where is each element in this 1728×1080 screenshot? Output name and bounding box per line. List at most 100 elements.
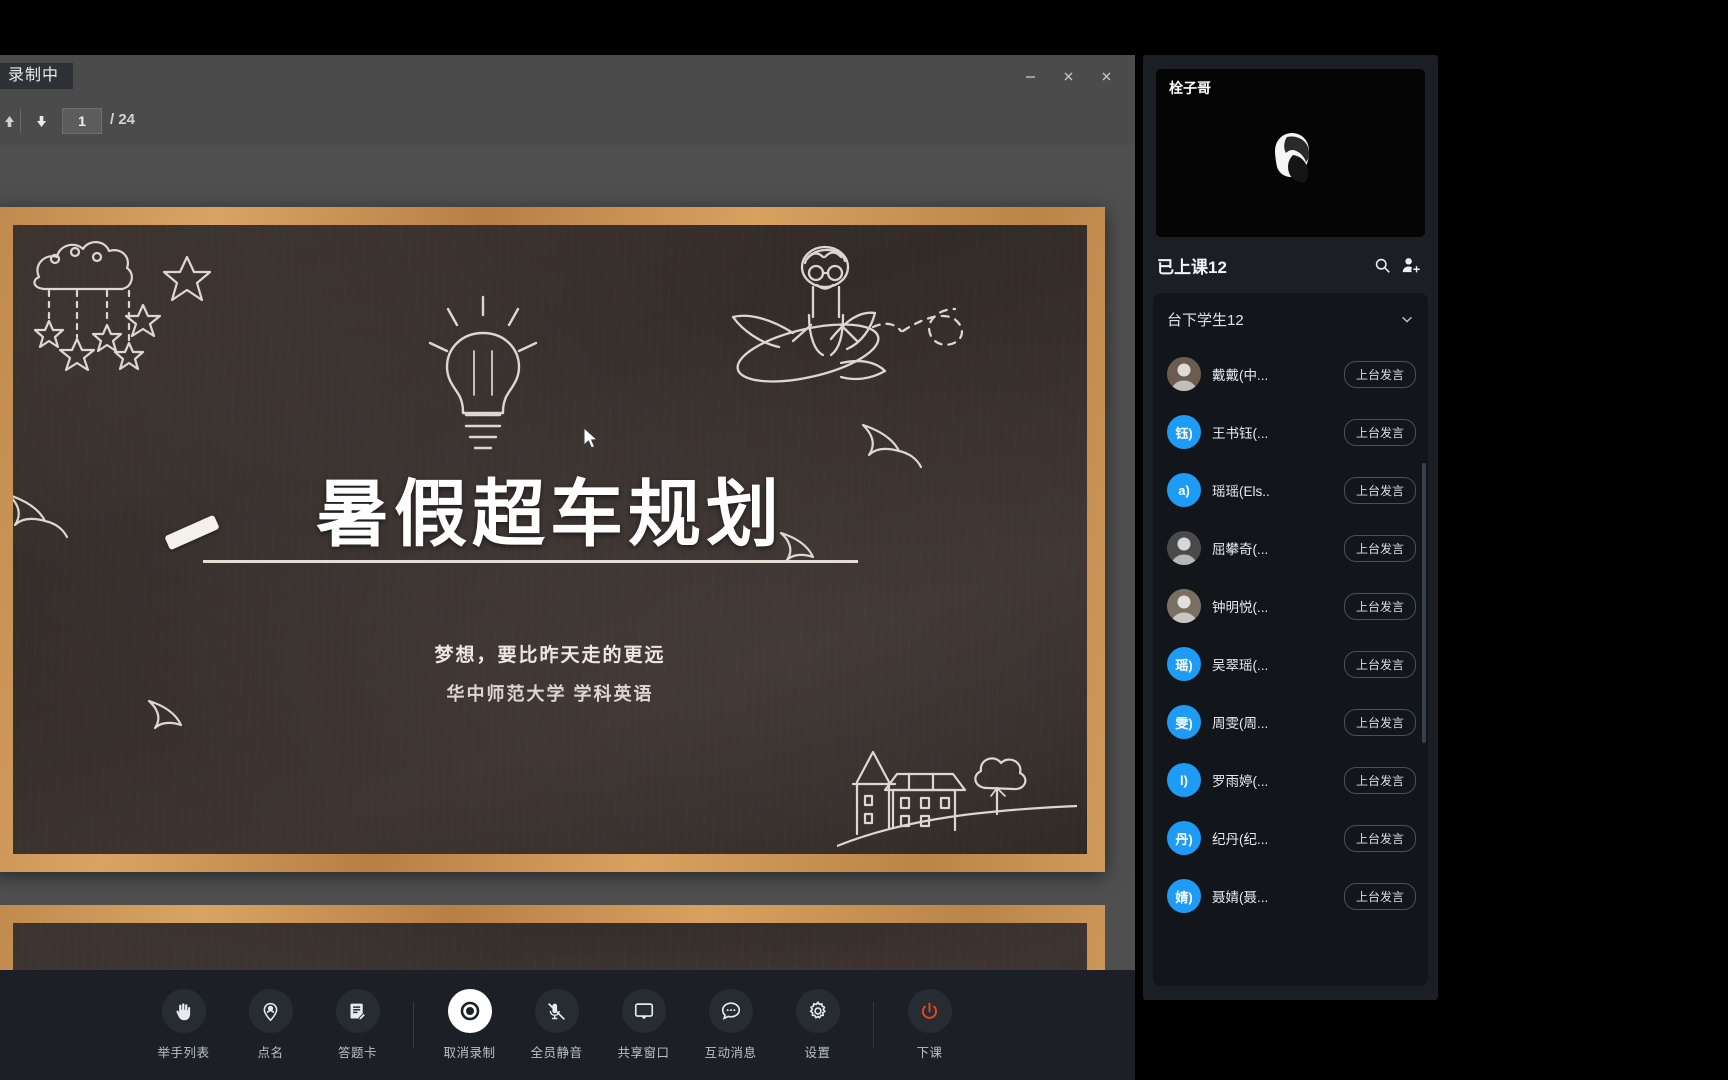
share-screen-icon — [621, 989, 666, 1033]
avatar: 钰) — [1167, 415, 1201, 449]
page-number-input[interactable]: 1 — [62, 108, 102, 134]
student-row[interactable]: 雯) 周雯(周... 上台发言 — [1153, 693, 1428, 751]
bird-chalk-icon-right — [861, 423, 923, 469]
student-name: 钟明悦(... — [1212, 600, 1269, 615]
invite-to-stage-button[interactable]: 上台发言 — [1343, 766, 1416, 794]
chevron-down-icon[interactable] — [1400, 312, 1414, 326]
student-list[interactable]: 戴戴(中... 上台发言 钰) 王书钰(... 上台发言 a) 瑶瑶(Els.. 上台发言 屈攀… — [1153, 345, 1428, 986]
toolbar-separator-2 — [873, 1002, 874, 1048]
invite-to-stage-button[interactable]: 上台发言 — [1343, 824, 1416, 852]
avatar: a) — [1167, 473, 1201, 507]
invite-to-stage-button[interactable]: 上台发言 — [1343, 882, 1416, 910]
student-row[interactable]: 戴戴(中... 上台发言 — [1153, 345, 1428, 403]
tool-cancel-recording[interactable]: 取消录制 — [430, 989, 509, 1061]
teacher-video-tile[interactable]: 栓子哥 — [1156, 69, 1425, 237]
tool-label: 下课 — [916, 1046, 943, 1060]
avatar: 丹) — [1167, 821, 1201, 855]
bird-chalk-icon-left — [13, 495, 69, 539]
tool-settings[interactable]: 设置 — [778, 989, 857, 1061]
power-icon — [907, 989, 952, 1033]
slide-frame-current: 暑假超车规划 梦想，要比昨天走的更远 华中师范大学 学科英语 — [0, 207, 1105, 872]
roster-group-header[interactable]: 台下学生12 — [1153, 293, 1428, 345]
roster-scrollbar[interactable] — [1422, 463, 1426, 743]
tool-roll-call[interactable]: 点名 — [231, 989, 310, 1061]
invite-to-stage-button[interactable]: 上台发言 — [1343, 534, 1416, 562]
close-button[interactable] — [1089, 61, 1123, 91]
student-name: 戴戴(中... — [1212, 368, 1269, 383]
recording-badge: 录制中 — [0, 63, 74, 89]
tool-answer-card[interactable]: 答题卡 — [318, 989, 397, 1061]
mute-all-icon — [534, 989, 579, 1033]
sidebar-header: 已上课12 — [1143, 237, 1438, 293]
tool-label: 设置 — [804, 1046, 831, 1060]
tool-interactive-message[interactable]: 互动消息 — [691, 989, 770, 1061]
slide-nav-toolbar: 1 / 24 — [0, 99, 1135, 145]
student-row[interactable]: 屈攀奇(... 上台发言 — [1153, 519, 1428, 577]
chalk-stick — [164, 514, 220, 551]
bird-chalk-icon-right2 — [779, 531, 815, 562]
student-name: 屈攀奇(... — [1212, 542, 1269, 557]
teacher-name-label: 栓子哥 — [1169, 80, 1211, 96]
restore-button[interactable] — [1051, 61, 1085, 91]
student-roster-panel: 台下学生12 戴戴(中... 上台发言 钰) 王书钰(... 上台发言 a) 瑶瑶(Els.… — [1153, 293, 1428, 986]
invite-to-stage-button[interactable]: 上台发言 — [1343, 592, 1416, 620]
prev-slide-icon[interactable] — [0, 108, 22, 134]
tool-end-class[interactable]: 下课 — [890, 989, 969, 1061]
student-row[interactable]: 钰) 王书钰(... 上台发言 — [1153, 403, 1428, 461]
slide-subtitle: 梦想，要比昨天走的更远 — [434, 645, 666, 666]
chat-bubble-icon — [708, 989, 753, 1033]
student-name: 罗雨婷(... — [1212, 774, 1269, 789]
student-row[interactable]: 钟明悦(... 上台发言 — [1153, 577, 1428, 635]
student-name: 周雯(周... — [1212, 716, 1269, 731]
next-slide-icon[interactable] — [28, 108, 54, 134]
roll-call-pin-icon — [248, 989, 293, 1033]
avatar: 婧) — [1167, 879, 1201, 913]
minimize-button[interactable] — [1013, 61, 1047, 91]
avatar: 雯) — [1167, 705, 1201, 739]
avatar — [1167, 589, 1201, 623]
avatar — [1167, 531, 1201, 565]
chalkboard: 暑假超车规划 梦想，要比昨天走的更远 华中师范大学 学科英语 — [13, 225, 1087, 854]
presentation-window: 录制中 1 / 24 暑假超车规划 梦想，要比昨天走的更远 华中师范大学 学科英… — [0, 55, 1135, 1080]
student-row[interactable]: 丹) 纪丹(纪... 上台发言 — [1153, 809, 1428, 867]
tool-raised-hand-list[interactable]: 举手列表 — [144, 989, 223, 1061]
student-name: 吴翠瑶(... — [1212, 658, 1269, 673]
student-row[interactable]: l) 罗雨婷(... 上台发言 — [1153, 751, 1428, 809]
tool-label: 点名 — [257, 1046, 284, 1060]
toolbar-divider — [20, 109, 21, 133]
add-person-icon[interactable] — [1396, 251, 1424, 279]
tool-share-window[interactable]: 共享窗口 — [604, 989, 683, 1061]
page-total-label: / 24 — [110, 111, 136, 128]
tool-mute-all[interactable]: 全员静音 — [517, 989, 596, 1061]
classroom-sidebar: 栓子哥 已上课12 台下学生12 戴戴(中... 上台发言 钰) 王书钰(...… — [1143, 55, 1438, 1000]
invite-to-stage-button[interactable]: 上台发言 — [1343, 476, 1416, 504]
student-row[interactable]: 婧) 聂婧(聂... 上台发言 — [1153, 867, 1428, 925]
avatar: 瑶) — [1167, 647, 1201, 681]
student-name: 纪丹(纪... — [1212, 832, 1269, 847]
student-row[interactable]: a) 瑶瑶(Els.. 上台发言 — [1153, 461, 1428, 519]
invite-to-stage-button[interactable]: 上台发言 — [1343, 360, 1416, 388]
tool-label: 共享窗口 — [617, 1046, 670, 1060]
slide-affiliation: 华中师范大学 学科英语 — [446, 684, 654, 704]
tool-label: 全员静音 — [530, 1046, 583, 1060]
tool-label: 答题卡 — [337, 1046, 377, 1060]
raised-hand-icon — [161, 989, 206, 1033]
toolbar-separator-1 — [413, 1002, 414, 1048]
student-name: 瑶瑶(Els.. — [1212, 484, 1270, 499]
student-name: 聂婧(聂... — [1212, 890, 1269, 905]
cloud-stars-chalk-icon — [33, 241, 212, 372]
student-row[interactable]: 瑶) 吴翠瑶(... 上台发言 — [1153, 635, 1428, 693]
tool-label: 取消录制 — [443, 1046, 496, 1060]
search-icon[interactable] — [1368, 251, 1396, 279]
window-titlebar: 录制中 — [0, 55, 1135, 99]
app-screen: 录制中 1 / 24 暑假超车规划 梦想，要比昨天走的更远 华中师范大学 学科英… — [0, 0, 1728, 1080]
roster-group-title: 台下学生12 — [1167, 311, 1244, 329]
invite-to-stage-button[interactable]: 上台发言 — [1343, 418, 1416, 446]
attendance-title: 已上课12 — [1157, 257, 1227, 277]
invite-to-stage-button[interactable]: 上台发言 — [1343, 708, 1416, 736]
slide-title: 暑假超车规划 — [316, 474, 784, 555]
lightbulb-chalk-icon — [428, 295, 538, 450]
student-name: 王书钰(... — [1212, 426, 1269, 441]
window-controls — [1013, 61, 1123, 91]
invite-to-stage-button[interactable]: 上台发言 — [1343, 650, 1416, 678]
